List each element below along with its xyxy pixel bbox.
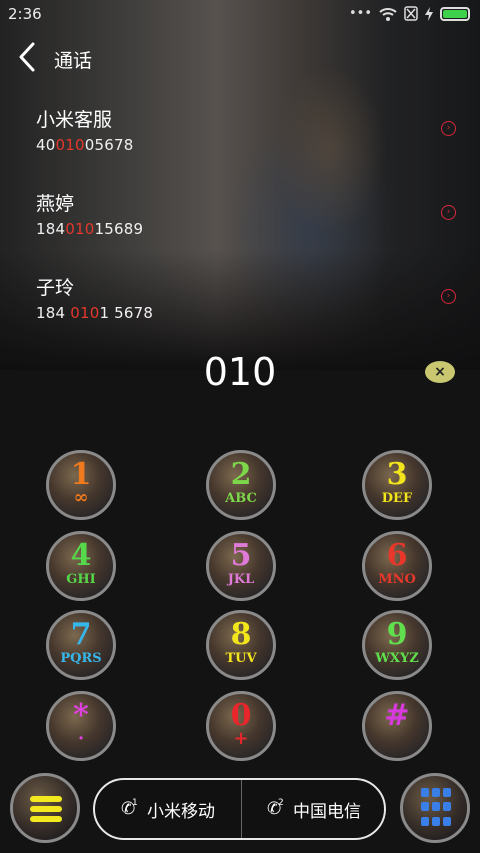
key-digit: 5 bbox=[230, 538, 252, 573]
contact-detail-arrow-icon[interactable]: › bbox=[441, 121, 456, 136]
contact-detail-arrow-icon[interactable]: › bbox=[441, 289, 456, 304]
key-digit: 3 bbox=[386, 457, 408, 492]
key-digit: 8 bbox=[230, 617, 252, 652]
key-letters: TUV bbox=[225, 651, 257, 666]
key-letters: GHI bbox=[66, 572, 96, 587]
back-arrow-icon[interactable] bbox=[16, 40, 38, 74]
key-digit: 9 bbox=[386, 617, 408, 652]
key-9[interactable]: 9 WXYZ bbox=[362, 610, 432, 680]
header: 通话 bbox=[0, 38, 480, 78]
voicemail-icon: ∞ bbox=[73, 487, 89, 508]
sim2-label: 中国电信 bbox=[293, 801, 361, 822]
key-digit: * bbox=[73, 698, 89, 733]
key-2[interactable]: 2 ABC bbox=[206, 450, 276, 520]
delete-digit-button[interactable]: × bbox=[425, 361, 455, 383]
key-letters: WXYZ bbox=[375, 651, 419, 666]
contact-row[interactable]: 子玲 184 0101 5678 › bbox=[36, 273, 456, 337]
contact-number: 18401015689 bbox=[36, 220, 144, 238]
wifi-icon bbox=[379, 7, 397, 21]
key-1[interactable]: 1 ∞ bbox=[46, 450, 116, 520]
menu-button[interactable] bbox=[10, 773, 80, 843]
menu-icon bbox=[30, 796, 62, 822]
contact-detail-arrow-icon[interactable]: › bbox=[441, 205, 456, 220]
battery-icon bbox=[440, 6, 470, 21]
key-letters: JKL bbox=[227, 572, 255, 587]
status-icons: ••• bbox=[349, 6, 470, 21]
phone-sim1-icon: ✆ 1 bbox=[121, 798, 138, 819]
dots-icon: ••• bbox=[348, 6, 372, 21]
call-sim1-button[interactable]: ✆ 1 小米移动 bbox=[95, 780, 241, 838]
key-7[interactable]: 7 PQRS bbox=[46, 610, 116, 680]
key-digit: 6 bbox=[386, 538, 408, 573]
key-letters: PQRS bbox=[60, 651, 102, 666]
contact-name: 子玲 bbox=[36, 277, 75, 299]
key-star[interactable]: * · bbox=[46, 691, 116, 761]
key-0[interactable]: 0 + bbox=[206, 691, 276, 761]
key-3[interactable]: 3 DEF bbox=[362, 450, 432, 520]
phone-sim2-icon: ✆ 2 bbox=[267, 798, 284, 819]
key-4[interactable]: 4 GHI bbox=[46, 531, 116, 601]
key-digit: 7 bbox=[70, 617, 92, 652]
status-bar: 2:36 ••• bbox=[0, 0, 480, 28]
sim-blocked-icon bbox=[404, 6, 418, 21]
contact-name: 小米客服 bbox=[36, 109, 113, 131]
key-sub: + bbox=[233, 728, 249, 749]
page-title: 通话 bbox=[54, 50, 93, 72]
key-digit: # bbox=[384, 698, 410, 733]
key-digit: 4 bbox=[70, 538, 92, 573]
contact-number: 184 0101 5678 bbox=[36, 304, 154, 322]
key-5[interactable]: 5 JKL bbox=[206, 531, 276, 601]
call-sim2-button[interactable]: ✆ 2 中国电信 bbox=[241, 780, 387, 838]
key-hash[interactable]: # bbox=[362, 691, 432, 761]
status-time: 2:36 bbox=[8, 5, 42, 23]
key-sub: · bbox=[77, 728, 85, 749]
contact-number: 4001005678 bbox=[36, 136, 134, 154]
key-digit: 0 bbox=[230, 698, 252, 733]
key-letters: ABC bbox=[225, 491, 257, 506]
contact-row[interactable]: 小米客服 4001005678 › bbox=[36, 105, 456, 169]
sim-call-bar: ✆ 1 小米移动 ✆ 2 中国电信 bbox=[93, 778, 386, 840]
key-digit: 2 bbox=[230, 457, 252, 492]
key-letters: DEF bbox=[381, 491, 413, 506]
contact-row[interactable]: 燕婷 18401015689 › bbox=[36, 189, 456, 253]
key-6[interactable]: 6 MNO bbox=[362, 531, 432, 601]
key-letters: MNO bbox=[378, 572, 416, 587]
dialed-number: 010 bbox=[203, 350, 277, 394]
hide-keypad-button[interactable] bbox=[400, 773, 470, 843]
contact-name: 燕婷 bbox=[36, 193, 75, 215]
dialpad-icon bbox=[421, 788, 451, 828]
charging-icon bbox=[425, 6, 433, 21]
key-8[interactable]: 8 TUV bbox=[206, 610, 276, 680]
key-digit: 1 bbox=[70, 457, 92, 492]
sim1-label: 小米移动 bbox=[147, 801, 215, 822]
